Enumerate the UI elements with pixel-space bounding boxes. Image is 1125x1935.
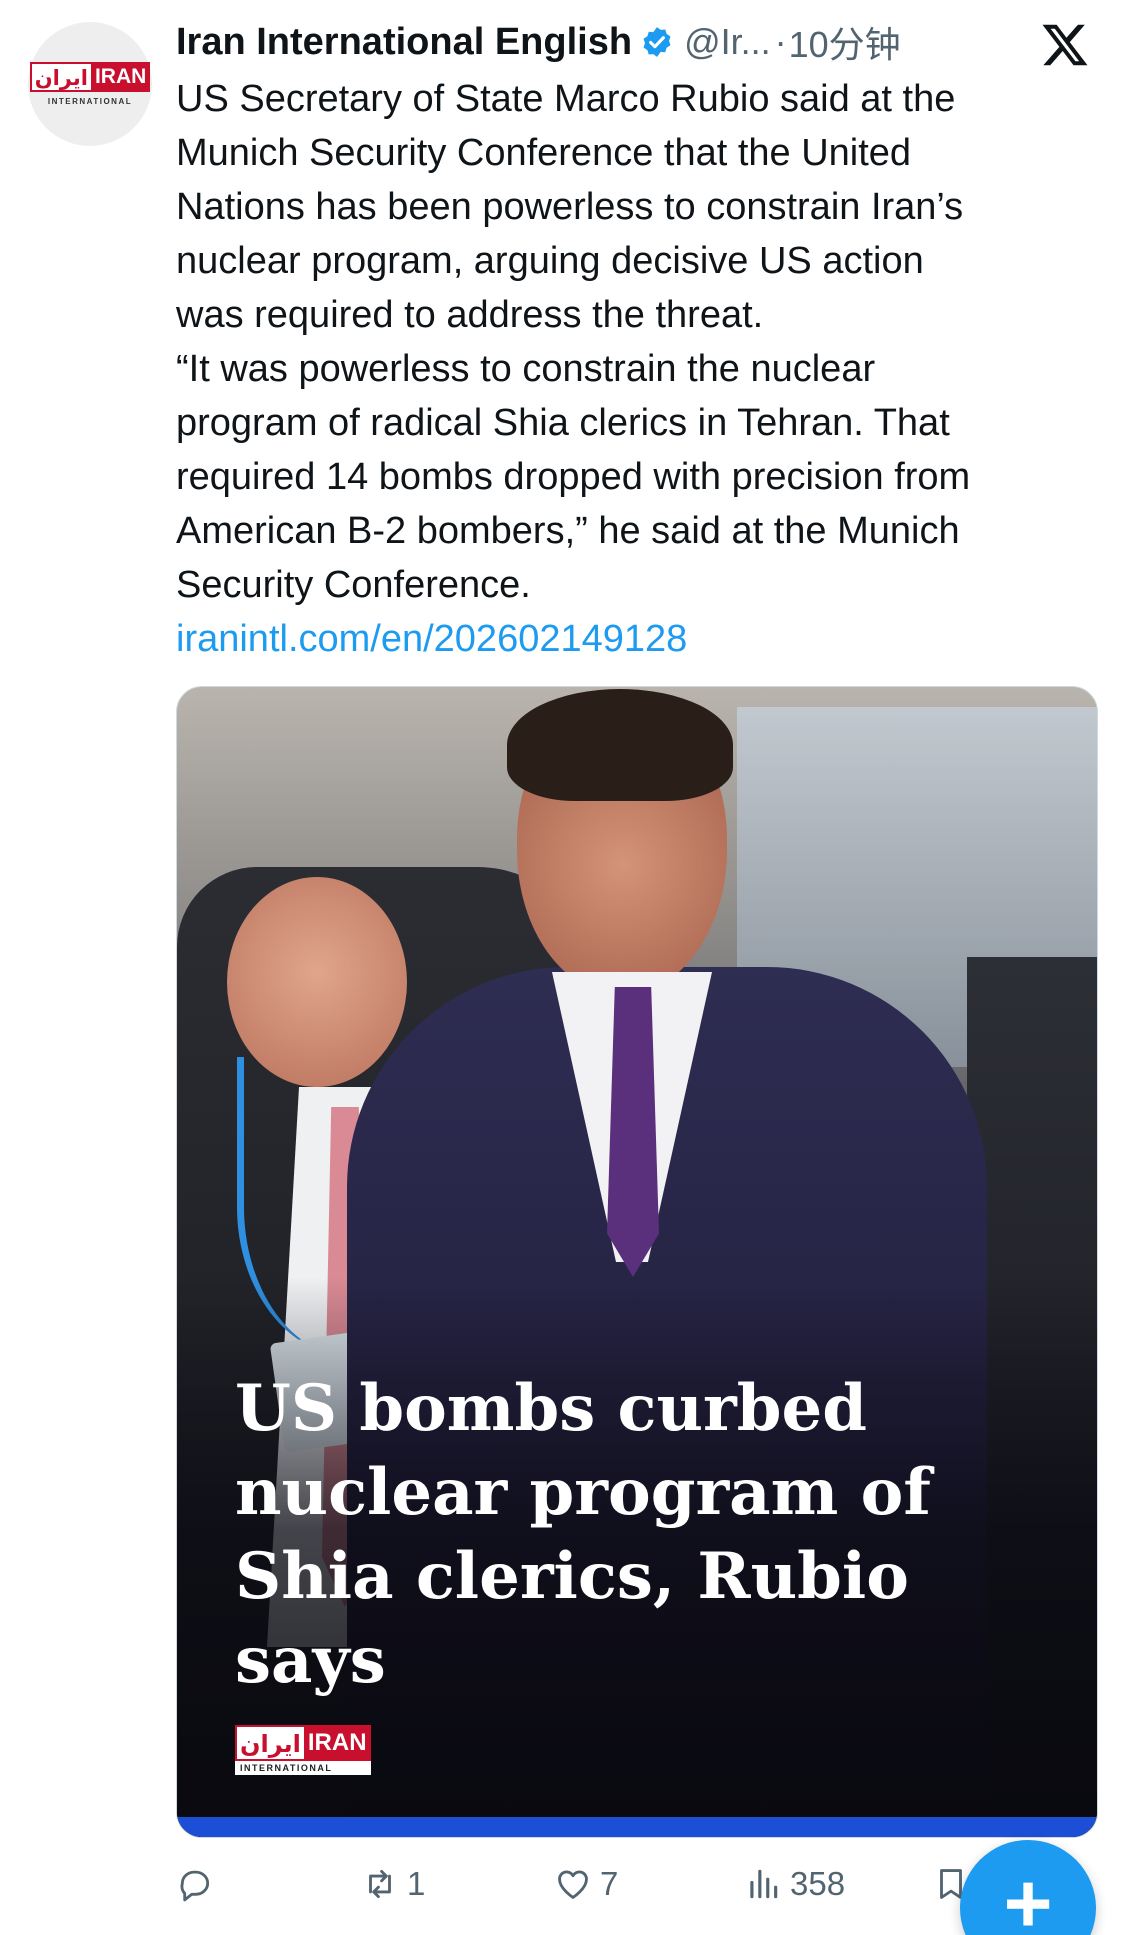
logo-persian-text: ایران: [29, 62, 91, 92]
tweet-body-text: US Secretary of State Marco Rubio said a…: [176, 78, 971, 606]
media-logo-persian: ایران: [235, 1725, 304, 1761]
x-logo-icon[interactable]: [1040, 20, 1090, 70]
media-brand-logo: ایران IRAN INTERNATIONAL: [235, 1725, 371, 1775]
views-icon: [750, 1869, 778, 1899]
iran-international-logo: ایران IRAN: [29, 62, 151, 92]
main-person-hair: [507, 689, 733, 801]
main-person-tie: [607, 987, 659, 1277]
like-count: 7: [600, 1865, 619, 1902]
logo-english-text: IRAN: [90, 62, 151, 92]
repost-icon: [369, 1869, 391, 1899]
tweet-media-image[interactable]: US bombs curbed nuclear program of Shia …: [176, 686, 1098, 1838]
heart-icon: [558, 1870, 588, 1899]
author-avatar[interactable]: ایران IRAN INTERNATIONAL: [28, 22, 152, 146]
media-logo-box: ایران IRAN: [235, 1725, 371, 1761]
tweet-action-bar: 1 7 358: [176, 1855, 1096, 1925]
media-headline: US bombs curbed nuclear program of Shia …: [235, 1371, 931, 1698]
bystander-head: [227, 877, 407, 1087]
reply-button[interactable]: [176, 1865, 222, 1903]
meta-separator: ·: [774, 21, 787, 62]
tweet-link[interactable]: iranintl.com/en/202602149128: [176, 612, 687, 666]
tweet-header: Iran International English @Ir... · 10分钟: [176, 16, 1056, 68]
logo-subtitle: INTERNATIONAL: [47, 97, 133, 106]
media-logo-subtitle: INTERNATIONAL: [235, 1761, 371, 1775]
like-button[interactable]: 7: [554, 1865, 618, 1903]
views-button[interactable]: 358: [744, 1865, 845, 1903]
tweet-timestamp[interactable]: 10分钟: [789, 16, 901, 68]
compose-plus-icon: +: [1003, 1856, 1053, 1935]
author-display-name[interactable]: Iran International English: [176, 21, 632, 64]
repost-count: 1: [407, 1865, 426, 1902]
media-bottom-bar: [177, 1817, 1097, 1837]
verified-badge-icon: [643, 27, 671, 57]
media-logo-english: IRAN: [303, 1725, 371, 1761]
repost-button[interactable]: 1: [361, 1865, 425, 1903]
author-handle[interactable]: @Ir...: [684, 21, 771, 63]
views-count: 358: [790, 1865, 846, 1902]
reply-icon: [180, 1870, 210, 1902]
